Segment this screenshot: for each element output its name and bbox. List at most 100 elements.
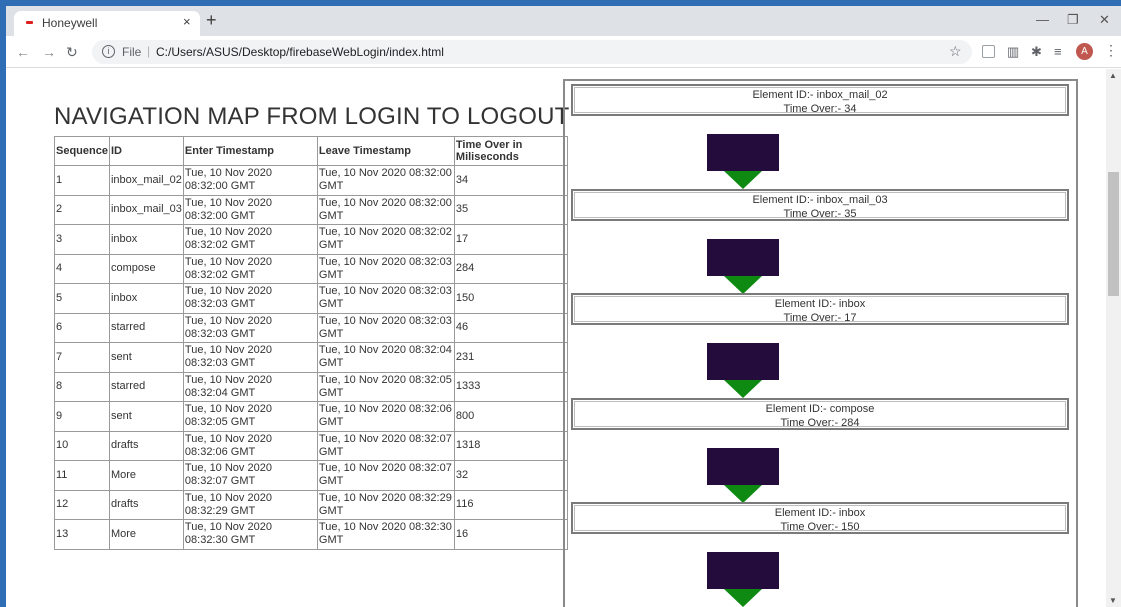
cell-leave-timestamp: Tue, 10 Nov 2020 08:32:00 GMT	[316, 194, 455, 225]
reading-list-icon[interactable]: ▥	[1007, 44, 1019, 60]
cell-time-over: 17	[453, 224, 568, 255]
cell-time-over: 800	[453, 401, 568, 432]
menu-icon[interactable]: ⋮	[1104, 42, 1118, 59]
cell-time-over: 284	[453, 253, 568, 284]
new-tab-icon[interactable]: +	[206, 11, 217, 29]
cell-leave-timestamp: Tue, 10 Nov 2020 08:32:06 GMT	[316, 401, 455, 432]
flow-node-time-over: Time Over:- 150	[780, 521, 860, 533]
cell-sequence: 1	[54, 165, 110, 196]
flow-node-time-over: Time Over:- 17	[783, 312, 857, 324]
avatar[interactable]: A	[1076, 43, 1093, 60]
cell-time-over: 1318	[453, 430, 568, 461]
cell-sequence: 5	[54, 283, 110, 314]
cell-leave-timestamp: Tue, 10 Nov 2020 08:32:07 GMT	[316, 460, 455, 491]
table-row: 13 More Tue, 10 Nov 2020 08:32:30 GMT Tue, …	[54, 519, 568, 550]
cell-id: inbox_mail_02	[108, 165, 184, 196]
cell-leave-timestamp: Tue, 10 Nov 2020 08:32:30 GMT	[316, 519, 455, 550]
scroll-thumb[interactable]	[1108, 172, 1119, 296]
browser-tab[interactable]: Honeywell ×	[14, 11, 200, 36]
cell-enter-timestamp: Tue, 10 Nov 2020 08:32:29 GMT	[182, 489, 318, 520]
cell-leave-timestamp: Tue, 10 Nov 2020 08:32:00 GMT	[316, 165, 455, 196]
cell-sequence: 8	[54, 371, 110, 402]
header-id: ID	[108, 136, 184, 166]
cell-enter-timestamp: Tue, 10 Nov 2020 08:32:00 GMT	[182, 194, 318, 225]
minimize-icon[interactable]: —	[1036, 12, 1049, 27]
star-icon[interactable]: ☆	[949, 43, 962, 60]
cell-id: drafts	[108, 489, 184, 520]
table-row: 10 drafts Tue, 10 Nov 2020 08:32:06 GMT Tue…	[54, 430, 568, 461]
cell-id: More	[108, 460, 184, 491]
cell-leave-timestamp: Tue, 10 Nov 2020 08:32:07 GMT	[316, 430, 455, 461]
cell-id: drafts	[108, 430, 184, 461]
flow-connector-block	[707, 134, 779, 171]
close-window-icon[interactable]: ✕	[1099, 12, 1110, 28]
cell-time-over: 1333	[453, 371, 568, 402]
flow-arrow-icon	[724, 589, 762, 607]
cell-enter-timestamp: Tue, 10 Nov 2020 08:32:06 GMT	[182, 430, 318, 461]
reload-icon[interactable]: ↻	[66, 44, 78, 61]
honeywell-favicon-icon	[26, 21, 33, 24]
cell-id: inbox_mail_03	[108, 194, 184, 225]
back-icon[interactable]: ←	[16, 44, 30, 60]
cell-enter-timestamp: Tue, 10 Nov 2020 08:32:04 GMT	[182, 371, 318, 402]
address-bar[interactable]: i File | C:/Users/ASUS/Desktop/firebaseW…	[92, 40, 972, 64]
tab-strip: Honeywell × + — ❐ ✕	[6, 6, 1121, 36]
cell-leave-timestamp: Tue, 10 Nov 2020 08:32:02 GMT	[316, 224, 455, 255]
flow-node-element-id: Element ID:- inbox_mail_03	[752, 193, 888, 206]
cell-enter-timestamp: Tue, 10 Nov 2020 08:32:03 GMT	[182, 283, 318, 314]
table-row: 4 compose Tue, 10 Nov 2020 08:32:02 GMT Tue…	[54, 253, 568, 284]
flow-node-time-over: Time Over:- 35	[783, 207, 857, 220]
cell-sequence: 2	[54, 194, 110, 225]
address-toolbar: ← → ↻ i File | C:/Users/ASUS/Desktop/fir…	[6, 36, 1121, 68]
cell-leave-timestamp: Tue, 10 Nov 2020 08:32:03 GMT	[316, 253, 455, 284]
cell-sequence: 13	[54, 519, 110, 550]
cell-time-over: 231	[453, 342, 568, 373]
cell-sequence: 4	[54, 253, 110, 284]
url-text[interactable]: C:/Users/ASUS/Desktop/firebaseWebLogin/i…	[156, 45, 444, 59]
cell-id: starred	[108, 371, 184, 402]
extensions-icon[interactable]: ✱	[1031, 44, 1042, 60]
cell-enter-timestamp: Tue, 10 Nov 2020 08:32:00 GMT	[182, 165, 318, 196]
scroll-up-icon[interactable]: ▲	[1109, 71, 1117, 80]
header-sequence: Sequence	[54, 136, 110, 166]
cell-enter-timestamp: Tue, 10 Nov 2020 08:32:03 GMT	[182, 312, 318, 343]
tab-title: Honeywell	[42, 16, 98, 30]
table-row: 12 drafts Tue, 10 Nov 2020 08:32:29 GMT Tue…	[54, 489, 568, 520]
page-content: NAVIGATION MAP FROM LOGIN TO LOGOUT Sequ…	[6, 69, 1106, 607]
cell-enter-timestamp: Tue, 10 Nov 2020 08:32:03 GMT	[182, 342, 318, 373]
navigation-table: Sequence ID Enter Timestamp Leave Timest…	[54, 136, 568, 550]
flow-arrow-icon	[724, 171, 762, 189]
cell-leave-timestamp: Tue, 10 Nov 2020 08:32:03 GMT	[316, 283, 455, 314]
cell-sequence: 6	[54, 312, 110, 343]
playlist-icon[interactable]: ≡	[1054, 44, 1062, 59]
flow-connector-block	[707, 447, 779, 485]
restore-icon[interactable]: ❐	[1067, 12, 1079, 28]
forward-icon[interactable]: →	[42, 44, 56, 60]
cell-enter-timestamp: Tue, 10 Nov 2020 08:32:02 GMT	[182, 224, 318, 255]
info-icon[interactable]: i	[102, 45, 115, 58]
extension-box-icon[interactable]	[982, 45, 995, 58]
cell-sequence: 10	[54, 430, 110, 461]
cell-enter-timestamp: Tue, 10 Nov 2020 08:32:05 GMT	[182, 401, 318, 432]
scrollbar[interactable]: ▲ ▼	[1106, 69, 1121, 607]
table-row: 5 inbox Tue, 10 Nov 2020 08:32:03 GMT Tue, …	[54, 283, 568, 314]
flow-connector-block	[707, 343, 779, 380]
url-scheme: File	[122, 45, 142, 59]
cell-sequence: 3	[54, 224, 110, 255]
cell-time-over: 34	[453, 165, 568, 196]
cell-time-over: 116	[453, 489, 568, 520]
table-header-row: Sequence ID Enter Timestamp Leave Timest…	[54, 136, 568, 166]
table-row: 2 inbox_mail_03 Tue, 10 Nov 2020 08:32:00 …	[54, 194, 568, 225]
scroll-down-icon[interactable]: ▼	[1109, 596, 1117, 605]
cell-time-over: 46	[453, 312, 568, 343]
browser-window: Honeywell × + — ❐ ✕ ← → ↻ i File | C:/Us…	[6, 6, 1121, 607]
flow-node-time-over: Time Over:- 34	[783, 103, 857, 115]
flow-arrow-icon	[724, 380, 762, 398]
table-row: 8 starred Tue, 10 Nov 2020 08:32:04 GMT Tue…	[54, 371, 568, 402]
close-tab-icon[interactable]: ×	[183, 14, 191, 29]
header-time-over: Time Over in Miliseconds	[453, 136, 568, 166]
flow-node-element-id: Element ID:- inbox	[774, 507, 866, 519]
cell-enter-timestamp: Tue, 10 Nov 2020 08:32:07 GMT	[182, 460, 318, 491]
page-title: NAVIGATION MAP FROM LOGIN TO LOGOUT	[54, 103, 570, 130]
table-row: 1 inbox_mail_02 Tue, 10 Nov 2020 08:32:00 …	[54, 165, 568, 196]
